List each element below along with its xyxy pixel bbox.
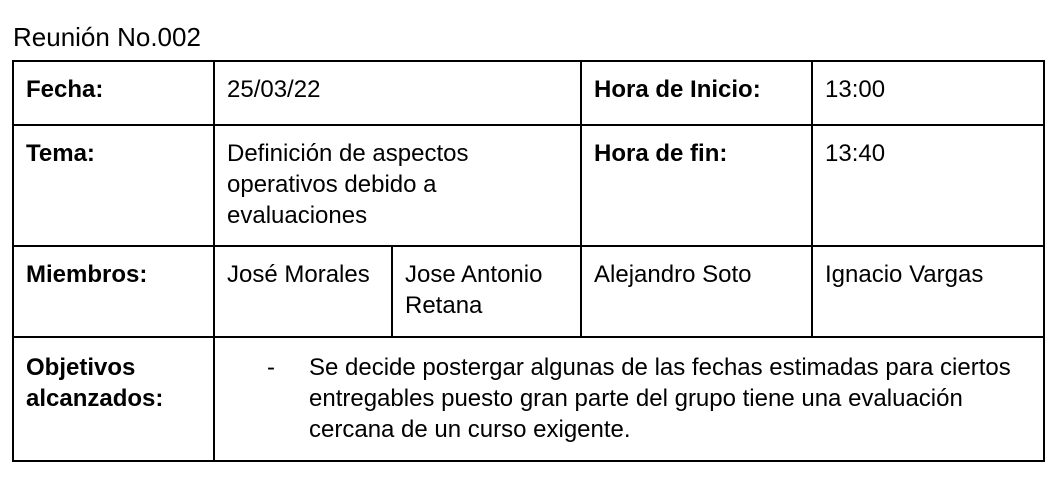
- miembro-cell: Alejandro Soto: [580, 245, 814, 338]
- hora-inicio-label: Hora de Inicio:: [580, 60, 814, 126]
- page-title: Reunión No.002: [13, 22, 201, 52]
- hora-inicio-value: 13:00: [811, 60, 1046, 126]
- fecha-value: 25/03/22: [212, 60, 583, 126]
- objetivos-list-item: - Se decide postergar algunas de las fec…: [227, 352, 1032, 445]
- table-row: Objetivos alcanzados: - Se decide poster…: [12, 336, 1046, 462]
- miembro-cell: Ignacio Vargas: [811, 245, 1046, 338]
- table-row: Tema: Definición de aspectos operativos …: [12, 124, 1046, 247]
- meeting-table: Fecha: 25/03/22 Hora de Inicio: 13:00 Te…: [12, 60, 1046, 462]
- objetivos-text: Se decide postergar algunas de las fecha…: [309, 354, 1011, 443]
- miembros-label: Miembros:: [12, 245, 215, 338]
- objetivos-label: Objetivos alcanzados:: [12, 336, 215, 462]
- miembro-cell: José Morales: [213, 245, 393, 338]
- hora-fin-label: Hora de fin:: [580, 124, 814, 247]
- table-row: Fecha: 25/03/22 Hora de Inicio: 13:00: [12, 60, 1046, 126]
- tema-value: Definición de aspectos operativos debido…: [212, 124, 583, 247]
- table-row: Miembros: José Morales Jose Antonio Reta…: [12, 245, 1046, 338]
- bullet-dash: -: [267, 354, 275, 381]
- hora-fin-value: 13:40: [811, 124, 1046, 247]
- fecha-label: Fecha:: [12, 60, 215, 126]
- miembro-cell: Jose Antonio Retana: [390, 245, 583, 338]
- objetivos-cell: - Se decide postergar algunas de las fec…: [212, 336, 1046, 462]
- tema-label: Tema:: [12, 124, 215, 247]
